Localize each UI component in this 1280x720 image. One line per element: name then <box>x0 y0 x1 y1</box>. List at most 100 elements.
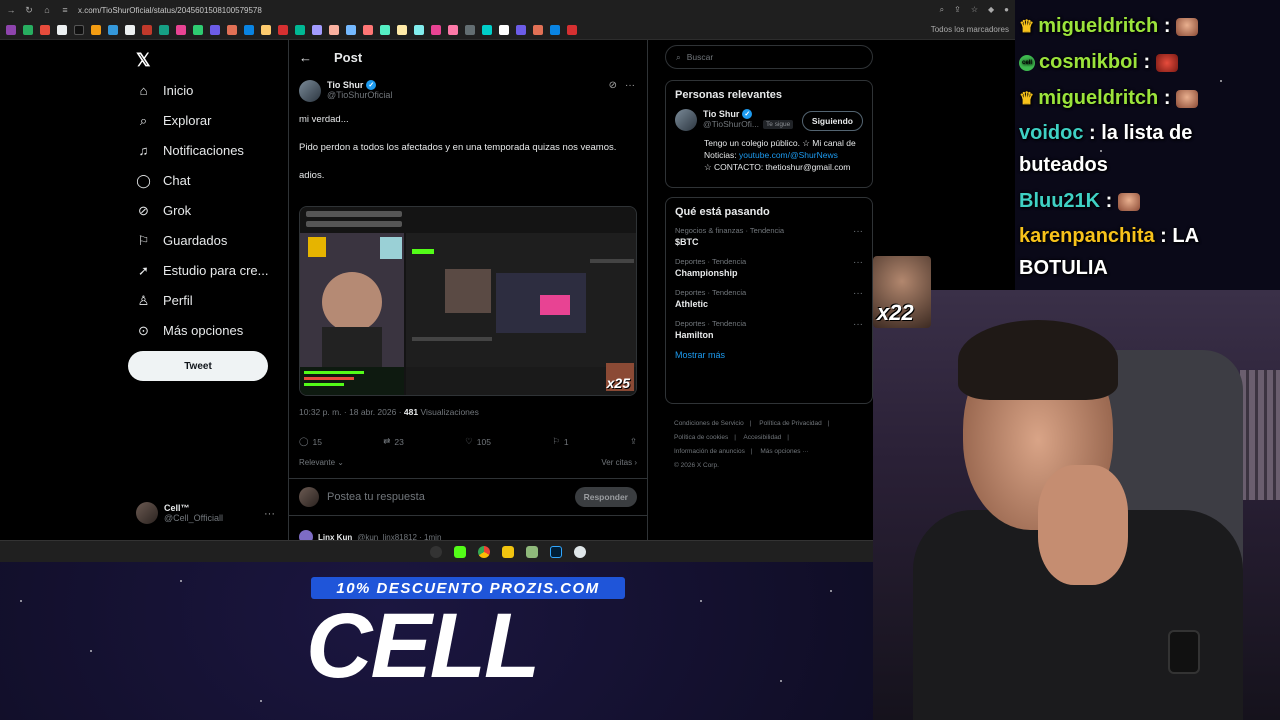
reply-submit-button[interactable]: Responder <box>574 487 637 507</box>
back-arrow-icon[interactable]: → <box>6 5 16 15</box>
extension-icon[interactable]: ◆ <box>988 5 994 15</box>
bookmark-icon[interactable] <box>159 24 169 35</box>
nav-item-grok[interactable]: ⊘ Grok <box>136 203 191 219</box>
chat-username[interactable]: karenpanchita <box>1019 225 1155 247</box>
post-media[interactable]: x25 <box>299 206 637 396</box>
bookmark-icon[interactable] <box>227 24 237 35</box>
bookmark-icon[interactable] <box>108 24 118 35</box>
sort-replies-dropdown[interactable]: Relevante ⌄ <box>299 458 344 467</box>
bookmark-icon[interactable] <box>210 24 220 35</box>
footer-link[interactable]: Accesibilidad <box>743 434 781 441</box>
app-icon[interactable] <box>573 545 586 558</box>
reload-icon[interactable]: ↻ <box>24 5 34 16</box>
bookmark-icon[interactable] <box>176 24 186 35</box>
nav-item-inicio[interactable]: ⌂ Inicio <box>136 83 194 98</box>
like-button[interactable]: ♡ 105 <box>465 436 491 447</box>
profile-icon[interactable]: ● <box>1004 5 1009 15</box>
more-icon[interactable]: ··· <box>264 508 275 520</box>
back-arrow-icon[interactable]: ← <box>299 50 312 65</box>
chat-username[interactable]: Bluu21K <box>1019 190 1100 212</box>
more-icon[interactable]: ··· <box>853 257 863 268</box>
repost-button[interactable]: ⇄ 23 <box>383 436 404 447</box>
home-icon[interactable]: ⌂ <box>42 5 52 15</box>
grok-icon[interactable]: ⊘ <box>609 80 617 91</box>
share-icon[interactable]: ⇪ <box>954 5 961 15</box>
bookmark-icon[interactable] <box>380 24 390 35</box>
share-button[interactable]: ⇪ <box>630 436 637 447</box>
chrome-icon[interactable] <box>477 545 490 558</box>
app-icon[interactable] <box>453 545 466 558</box>
trend-item[interactable]: Deportes · Tendencia Hamilton ··· <box>666 319 872 340</box>
more-icon[interactable]: ··· <box>853 288 863 299</box>
zoom-icon[interactable]: ⌕ <box>940 5 944 15</box>
reply-input[interactable]: Postea tu respuesta <box>327 491 567 503</box>
nav-item-perfil[interactable]: ♙ Perfil <box>136 293 193 309</box>
footer-link[interactable]: Política de Privacidad <box>759 420 822 427</box>
bookmark-icon[interactable] <box>465 24 475 35</box>
chat-username[interactable]: voidoc <box>1019 122 1083 144</box>
nav-item-chat[interactable]: ◯ Chat <box>136 173 190 189</box>
bookmark-icon[interactable] <box>363 24 373 35</box>
reply-button[interactable]: ◯ 15 <box>299 436 322 447</box>
post-author[interactable]: Tio Shur ✓ @TioShurOficial <box>299 80 392 102</box>
trend-item[interactable]: Deportes · Tendencia Athletic ··· <box>666 288 872 309</box>
nav-item-mas-opciones[interactable]: ⊙ Más opciones <box>136 323 243 339</box>
bookmark-icon[interactable] <box>482 24 492 35</box>
trend-item[interactable]: Deportes · Tendencia Championship ··· <box>666 257 872 278</box>
bookmark-icon[interactable] <box>295 24 305 35</box>
nav-item-explorar[interactable]: ⌕ Explorar <box>136 113 212 129</box>
x-logo-icon[interactable]: 𝕏 <box>136 50 151 71</box>
more-icon[interactable]: ··· <box>853 319 863 330</box>
avatar[interactable] <box>299 80 321 102</box>
bookmark-icon[interactable] <box>193 24 203 35</box>
bookmark-icon[interactable] <box>74 24 84 35</box>
following-button[interactable]: Siguiendo <box>801 111 863 131</box>
search-input[interactable]: ⌕ Buscar <box>665 45 873 69</box>
chat-username[interactable]: cosmikboi <box>1039 51 1138 73</box>
more-icon[interactable]: ··· <box>625 80 635 91</box>
bookmark-icon[interactable] <box>244 24 254 35</box>
bookmark-icon[interactable] <box>448 24 458 35</box>
avatar[interactable] <box>675 109 697 131</box>
nav-item-notificaciones[interactable]: ♫ Notificaciones <box>136 143 244 158</box>
bookmark-icon[interactable] <box>57 24 67 35</box>
account-switcher[interactable]: Cell™ @Cell_Officiall ··· <box>136 502 275 524</box>
bookmark-icon[interactable] <box>261 24 271 35</box>
footer-link[interactable]: Condiciones de Servicio <box>674 420 744 427</box>
folder-icon[interactable] <box>501 545 514 558</box>
tweet-button[interactable]: Tweet <box>128 351 268 381</box>
bookmark-icon[interactable] <box>397 24 407 35</box>
bookmark-icon[interactable] <box>346 24 356 35</box>
bookmark-icon[interactable] <box>516 24 526 35</box>
footer-link[interactable]: Política de cookies <box>674 434 728 441</box>
nav-item-guardados[interactable]: ⚐ Guardados <box>136 233 228 249</box>
site-info-icon[interactable]: ≡ <box>60 5 70 15</box>
bookmark-icon[interactable] <box>329 24 339 35</box>
bookmark-icon[interactable] <box>6 24 16 35</box>
person-name[interactable]: Tio Shur <box>703 109 739 119</box>
footer-link[interactable]: Información de anuncios <box>674 448 745 455</box>
star-icon[interactable]: ☆ <box>971 5 978 15</box>
bookmark-icon[interactable] <box>414 24 424 35</box>
bookmark-icon[interactable] <box>125 24 135 35</box>
bookmark-icon[interactable] <box>23 24 33 35</box>
author-name[interactable]: Tio Shur <box>327 80 363 90</box>
footer-link[interactable]: Más opciones ··· <box>760 448 808 455</box>
author-handle[interactable]: @TioShurOficial <box>327 90 392 100</box>
all-bookmarks-folder[interactable]: Todos los marcadores <box>931 25 1009 34</box>
bookmark-icon[interactable] <box>278 24 288 35</box>
bookmark-button[interactable]: ⚐ 1 <box>552 436 568 447</box>
trend-item[interactable]: Negocios & finanzas · Tendencia $BTC ··· <box>666 226 872 247</box>
bookmark-icon[interactable] <box>142 24 152 35</box>
start-icon[interactable] <box>429 545 442 558</box>
bookmark-icon[interactable] <box>499 24 509 35</box>
bookmark-icon[interactable] <box>91 24 101 35</box>
bookmark-icon[interactable] <box>533 24 543 35</box>
bookmark-icon[interactable] <box>431 24 441 35</box>
photoshop-icon[interactable] <box>549 545 562 558</box>
show-more-link[interactable]: Mostrar más <box>666 350 872 370</box>
relevant-person[interactable]: Tio Shur ✓ @TioShurOfi... Te sigue Siguien… <box>666 109 872 131</box>
nav-item-estudio[interactable]: ➚ Estudio para cre... <box>136 263 268 279</box>
timestamp-text[interactable]: 10:32 p. m. · 18 abr. 2026 · <box>299 407 404 417</box>
more-icon[interactable]: ··· <box>853 226 863 237</box>
